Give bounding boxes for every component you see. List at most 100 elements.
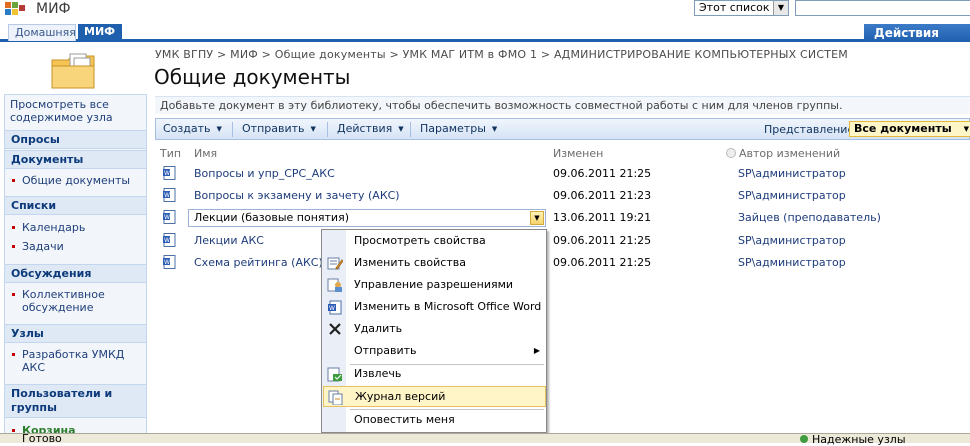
view-selector[interactable]: Все документы ▼ — [849, 121, 970, 137]
menu-item-view-properties[interactable]: Просмотреть свойства — [323, 231, 546, 252]
edit-menu-dropdown-icon[interactable]: ▼ — [530, 211, 544, 225]
column-header-modified[interactable]: Изменен — [553, 147, 603, 160]
word-document-icon[interactable]: W — [163, 255, 176, 269]
search-input[interactable] — [795, 0, 970, 16]
breadcrumb[interactable]: УМК ВГПУ > МИФ > Общие документы > УМК М… — [155, 48, 848, 61]
presence-icon — [726, 148, 736, 158]
nav-heading-lists[interactable]: Списки — [5, 196, 146, 215]
menu-item-label: Оповестить меня — [354, 413, 455, 426]
site-actions-button[interactable]: Действия узла — [864, 24, 970, 58]
settings-menu-button[interactable]: Параметры ▼ — [420, 122, 497, 136]
nav-item-shared-documents[interactable]: Общие документы — [12, 174, 142, 187]
actions-menu-label: Действия — [337, 122, 393, 135]
document-author-link[interactable]: SP\администратор — [738, 167, 846, 181]
nav-item-tasks[interactable]: Задачи — [12, 240, 142, 253]
svg-text:W: W — [164, 237, 170, 244]
new-menu-label: Создать — [163, 122, 211, 135]
checkout-icon — [327, 367, 342, 382]
toolbar-separator — [327, 122, 328, 137]
svg-text:W: W — [164, 170, 170, 177]
actions-menu-button[interactable]: Действия ▼ — [337, 122, 404, 136]
menu-item-label: Изменить свойства — [354, 256, 466, 269]
menu-item-label: Журнал версий — [355, 390, 446, 403]
toolbar-separator — [232, 122, 233, 137]
menu-item-label: Отправить — [354, 344, 417, 357]
menu-item-label: Извлечь — [354, 367, 402, 380]
column-header-modified-by[interactable]: Автор изменений — [726, 147, 840, 160]
tab-mif[interactable]: МИФ — [78, 24, 122, 41]
view-label: Представление: — [764, 123, 858, 136]
document-name-link[interactable]: Схема рейтинга (АКС) — [194, 256, 323, 270]
document-modified: 09.06.2011 21:23 — [553, 189, 652, 202]
submenu-arrow-icon: ▶ — [533, 346, 540, 355]
svg-text:W: W — [164, 192, 170, 199]
menu-item-label: Управление разрешениями — [354, 278, 514, 291]
nav-item-team-discussion[interactable]: Коллективное обсуждение — [12, 288, 142, 314]
new-menu-button[interactable]: Создать ▼ — [163, 122, 222, 136]
page-title: Общие документы — [154, 65, 351, 89]
nav-heading-surveys[interactable]: Опросы — [5, 130, 146, 149]
document-author-link[interactable]: Зайцев (преподаватель) — [738, 211, 881, 225]
nav-item-calendar[interactable]: Календарь — [12, 221, 142, 234]
column-header-name[interactable]: Имя — [194, 147, 217, 160]
document-modified: 13.06.2011 19:21 — [553, 211, 652, 224]
document-name-link[interactable]: Лекции (базовые понятия) — [194, 211, 349, 225]
delete-x-icon — [329, 323, 341, 335]
nav-heading-people-groups[interactable]: Пользователи и группы — [5, 384, 146, 418]
nav-item-umkd-site[interactable]: Разработка УМКД АКС — [12, 348, 142, 374]
menu-item-edit-properties[interactable]: Изменить свойства — [323, 253, 546, 274]
document-author-link[interactable]: SP\администратор — [738, 234, 846, 248]
tab-bar: Домашняя МИФ — [0, 22, 970, 42]
menu-item-edit-in-word[interactable]: W Изменить в Microsoft Office Word — [323, 297, 546, 318]
chevron-down-icon: ▼ — [963, 125, 969, 133]
view-all-site-content-link[interactable]: Просмотреть все содержимое узла — [10, 98, 140, 124]
document-name-link[interactable]: Лекции АКС — [194, 234, 264, 248]
dropdown-arrow-icon: ▼ — [310, 125, 316, 133]
word-document-icon[interactable]: W — [163, 233, 176, 247]
menu-item-label: Удалить — [354, 322, 403, 335]
search-scope-select[interactable]: Этот список ▼ — [694, 0, 789, 16]
document-library-icon — [51, 53, 95, 89]
nav-heading-documents[interactable]: Документы — [5, 150, 146, 169]
version-history-icon — [328, 390, 343, 405]
security-zone-label: Надежные узлы — [812, 433, 906, 446]
tab-home[interactable]: Домашняя — [8, 24, 76, 41]
menu-item-send-to[interactable]: Отправить ▶ — [323, 341, 546, 362]
zone-icon — [800, 435, 808, 443]
dropdown-arrow-icon: ▼ — [216, 125, 222, 133]
view-selector-value: Все документы — [854, 122, 952, 135]
svg-text:W: W — [329, 305, 335, 312]
svg-text:W: W — [164, 259, 170, 266]
word-doc-icon: W — [328, 300, 342, 315]
document-name-link[interactable]: Вопросы и упр_СРС_АКС — [194, 167, 335, 181]
menu-item-check-out[interactable]: Извлечь — [323, 364, 546, 385]
column-header-modified-by-label: Автор изменений — [739, 147, 841, 160]
menu-item-label: Изменить в Microsoft Office Word — [354, 300, 542, 313]
edit-properties-icon — [327, 257, 343, 270]
nav-heading-sites[interactable]: Узлы — [5, 324, 146, 343]
word-document-icon[interactable]: W — [163, 188, 176, 202]
document-author-link[interactable]: SP\администратор — [738, 256, 846, 270]
status-text: Готово — [22, 432, 62, 445]
search-scope-value: Этот список — [699, 1, 770, 14]
upload-menu-button[interactable]: Отправить ▼ — [242, 122, 316, 136]
menu-item-delete[interactable]: Удалить — [323, 319, 546, 340]
upload-menu-label: Отправить — [242, 122, 305, 135]
document-modified: 09.06.2011 21:25 — [553, 167, 652, 180]
word-document-icon[interactable]: W — [163, 210, 176, 224]
dropdown-arrow-icon: ▼ — [398, 125, 404, 133]
library-description: Добавьте документ в эту библиотеку, чтоб… — [155, 96, 970, 114]
item-context-menu: Просмотреть свойства Изменить свойства У… — [321, 229, 547, 433]
menu-item-alert-me[interactable]: Оповестить меня — [323, 410, 546, 431]
site-title[interactable]: МИФ — [36, 1, 71, 17]
nav-heading-discussions[interactable]: Обсуждения — [5, 264, 146, 283]
menu-item-manage-permissions[interactable]: Управление разрешениями — [323, 275, 546, 296]
document-author-link[interactable]: SP\администратор — [738, 189, 846, 203]
column-header-type[interactable]: Тип — [160, 147, 181, 160]
chevron-down-icon[interactable]: ▼ — [773, 1, 788, 15]
list-toolbar: Создать ▼ Отправить ▼ Действия ▼ Параметры ▼… — [155, 118, 970, 140]
word-document-icon[interactable]: W — [163, 166, 176, 180]
menu-item-version-history[interactable]: Журнал версий — [323, 386, 546, 407]
sharepoint-logo-icon — [5, 2, 25, 15]
document-name-link[interactable]: Вопросы к экзамену и зачету (АКС) — [194, 189, 400, 203]
